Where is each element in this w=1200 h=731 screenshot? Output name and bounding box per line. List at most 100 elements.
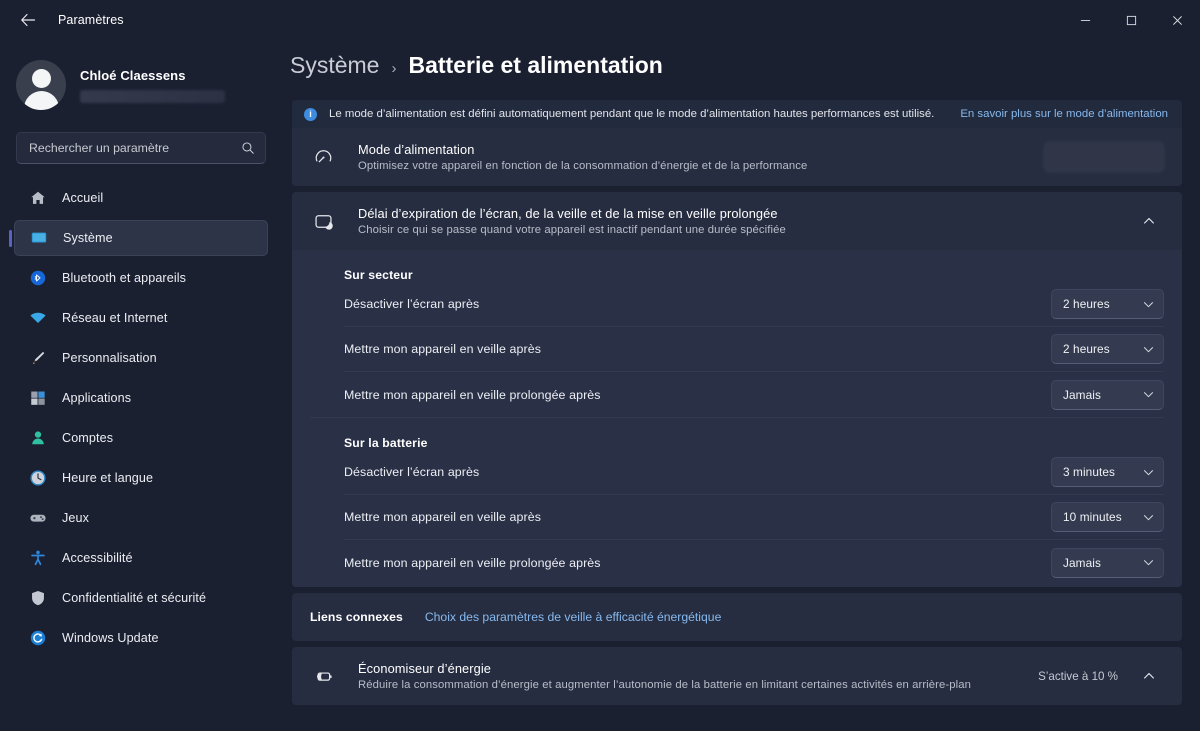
sidebar-item-label: Système: [63, 231, 113, 245]
user-email-blurred: [80, 89, 225, 103]
breadcrumb-parent[interactable]: Système: [290, 52, 379, 79]
sidebar-item-label: Confidentialité et sécurité: [62, 591, 207, 605]
sidebar-item-systeme[interactable]: Système: [9, 220, 268, 256]
power-mode-learn-more-link[interactable]: En savoir plus sur le mode d’alimentatio…: [960, 108, 1168, 120]
close-button[interactable]: [1154, 0, 1200, 40]
dropdown-value: 3 minutes: [1063, 465, 1116, 479]
setting-label: Désactiver l’écran après: [344, 465, 480, 479]
sidebar-item-heure-langue[interactable]: Heure et langue: [14, 460, 268, 496]
sidebar-item-comptes[interactable]: Comptes: [14, 420, 268, 456]
collapse-energy-saver-button[interactable]: [1134, 661, 1164, 691]
sidebar: Chloé Claessens Accueil: [0, 40, 282, 731]
power-mode-subtitle: Optimisez votre appareil en fonction de …: [358, 160, 808, 172]
search-input[interactable]: [29, 141, 241, 155]
energy-efficient-sleep-link[interactable]: Choix des paramètres de veille à efficac…: [425, 610, 722, 624]
chevron-down-icon: [1143, 469, 1154, 475]
dropdown-value: 2 heures: [1063, 342, 1110, 356]
setting-row: Désactiver l’écran après 2 heures: [344, 282, 1164, 327]
setting-row: Mettre mon appareil en veille prolongée …: [344, 540, 1164, 585]
sidebar-item-label: Réseau et Internet: [62, 311, 168, 325]
gamepad-icon: [28, 508, 48, 528]
update-icon: [28, 628, 48, 648]
battery-screen-off-dropdown[interactable]: 3 minutes: [1051, 457, 1164, 487]
setting-row: Mettre mon appareil en veille prolongée …: [344, 372, 1164, 417]
maximize-button[interactable]: [1108, 0, 1154, 40]
gauge-icon: [310, 144, 336, 170]
power-mode-card: Mode d’alimentation Optimisez votre appa…: [292, 128, 1182, 186]
screen-sleep-timeout-card: Délai d’expiration de l’écran, de la vei…: [292, 192, 1182, 587]
sidebar-item-accueil[interactable]: Accueil: [14, 180, 268, 216]
group-title-plugged-in: Sur secteur: [344, 268, 413, 282]
screen-sleep-icon: [310, 208, 336, 234]
monitor-icon: [29, 228, 49, 248]
sidebar-item-label: Comptes: [62, 431, 114, 445]
sidebar-item-label: Bluetooth et appareils: [62, 271, 187, 285]
setting-label: Désactiver l’écran après: [344, 297, 480, 311]
info-banner: i Le mode d’alimentation est défini auto…: [292, 100, 1182, 128]
plugged-hibernate-dropdown[interactable]: Jamais: [1051, 379, 1164, 410]
brush-icon: [28, 348, 48, 368]
sidebar-item-label: Personnalisation: [62, 351, 157, 365]
arrow-left-icon: [21, 13, 36, 27]
clock-icon: [28, 468, 48, 488]
plugged-screen-off-dropdown[interactable]: 2 heures: [1051, 289, 1164, 319]
chevron-up-icon: [1144, 218, 1154, 224]
sidebar-nav: Accueil Système Bluetooth et appareils R…: [0, 180, 282, 656]
battery-sleep-dropdown[interactable]: 10 minutes: [1051, 502, 1164, 532]
screen-sleep-timeout-body: Sur secteur Désactiver l’écran après 2 h…: [292, 250, 1182, 587]
sidebar-item-windows-update[interactable]: Windows Update: [14, 620, 268, 656]
sidebar-item-personnalisation[interactable]: Personnalisation: [14, 340, 268, 376]
sidebar-item-label: Heure et langue: [62, 471, 154, 485]
energy-saver-header[interactable]: Économiseur d’énergie Réduire la consomm…: [292, 647, 1182, 705]
energy-saver-title: Économiseur d’énergie: [358, 661, 491, 676]
related-links: Liens connexes Choix des paramètres de v…: [292, 593, 1182, 641]
user-profile[interactable]: Chloé Claessens: [0, 48, 282, 114]
person-icon: [28, 428, 48, 448]
group-title-on-battery: Sur la batterie: [344, 436, 428, 450]
related-links-title: Liens connexes: [310, 610, 403, 624]
sidebar-item-applications[interactable]: Applications: [14, 380, 268, 416]
chevron-up-icon: [1144, 673, 1154, 679]
sidebar-item-jeux[interactable]: Jeux: [14, 500, 268, 536]
setting-row: Mettre mon appareil en veille après 10 m…: [344, 495, 1164, 540]
user-name: Chloé Claessens: [80, 67, 186, 83]
energy-saver-subtitle: Réduire la consommation d’énergie et aug…: [358, 679, 972, 691]
setting-label: Mettre mon appareil en veille après: [344, 510, 542, 524]
apps-icon: [28, 388, 48, 408]
power-mode-dropdown[interactable]: [1044, 142, 1164, 172]
info-banner-text: Le mode d’alimentation est défini automa…: [329, 108, 935, 120]
sidebar-item-confidentialite[interactable]: Confidentialité et sécurité: [14, 580, 268, 616]
search-icon: [242, 142, 254, 154]
sidebar-item-reseau[interactable]: Réseau et Internet: [14, 300, 268, 336]
sidebar-item-label: Windows Update: [62, 631, 159, 645]
minimize-icon: [1080, 19, 1090, 21]
maximize-icon: [1126, 15, 1136, 25]
sidebar-item-label: Jeux: [62, 511, 90, 525]
window-controls: [1062, 0, 1200, 40]
sidebar-item-bluetooth[interactable]: Bluetooth et appareils: [14, 260, 268, 296]
search-box[interactable]: [16, 132, 266, 164]
accessibility-icon: [28, 548, 48, 568]
battery-hibernate-dropdown[interactable]: Jamais: [1051, 547, 1164, 578]
dropdown-value: Jamais: [1063, 387, 1101, 402]
plugged-sleep-dropdown[interactable]: 2 heures: [1051, 334, 1164, 364]
settings-window: Paramètres Chloé Claessens Rechercher un…: [0, 0, 1200, 731]
window-title: Paramètres: [58, 13, 124, 27]
title-bar: Paramètres: [0, 0, 1200, 40]
page-title: Batterie et alimentation: [408, 52, 663, 78]
settings-list: i Le mode d’alimentation est défini auto…: [282, 100, 1200, 705]
screen-sleep-timeout-header[interactable]: Délai d’expiration de l’écran, de la vei…: [292, 192, 1182, 250]
minimize-button[interactable]: [1062, 0, 1108, 40]
power-mode-row[interactable]: Mode d’alimentation Optimisez votre appa…: [292, 128, 1182, 186]
main-content: Système › Batterie et alimentation i Le …: [282, 40, 1200, 731]
breadcrumb-separator: ›: [391, 60, 397, 77]
close-icon: [1172, 15, 1182, 25]
sidebar-item-label: Accueil: [62, 191, 104, 205]
setting-row: Mettre mon appareil en veille après 2 he…: [344, 327, 1164, 372]
sidebar-item-accessibilite[interactable]: Accessibilité: [14, 540, 268, 576]
home-icon: [28, 188, 48, 208]
collapse-screen-sleep-timeout-button[interactable]: [1134, 206, 1164, 236]
chevron-down-icon: [1143, 392, 1154, 398]
info-icon: i: [304, 107, 317, 121]
back-button[interactable]: [6, 4, 50, 36]
